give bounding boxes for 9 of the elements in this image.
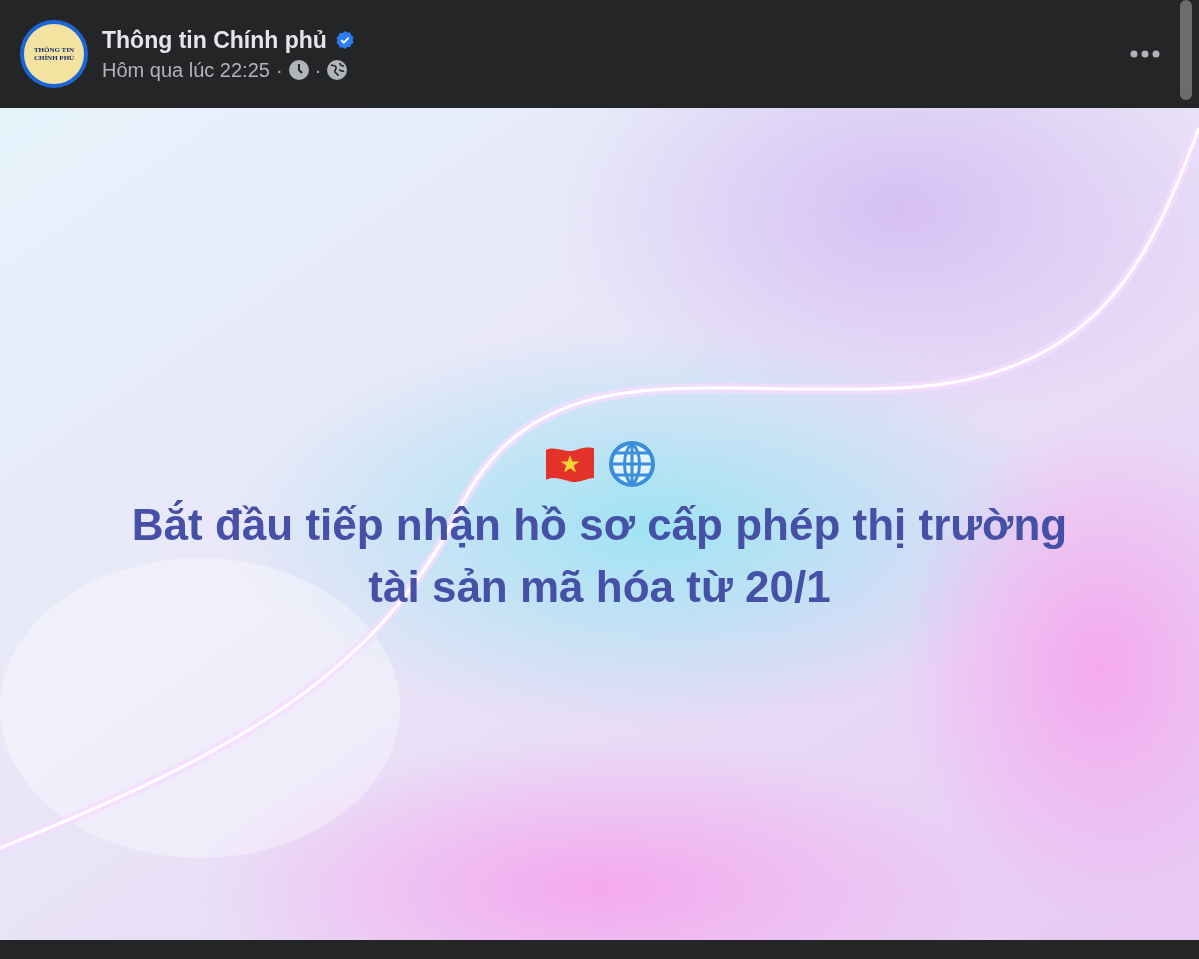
separator: ·	[275, 58, 283, 82]
ellipsis-icon	[1130, 50, 1160, 58]
separator: ·	[314, 58, 322, 82]
globe-icon	[327, 60, 348, 80]
post-time[interactable]: Hôm qua lúc 22:25	[102, 58, 270, 82]
scrollbar-thumb[interactable]	[1180, 0, 1192, 100]
author-name[interactable]: Thông tin Chính phủ	[102, 26, 327, 54]
post-headline: Bắt đầu tiếp nhận hồ sơ cấp phép thị trường tài sản mã hóa từ 20/1	[131, 499, 1068, 613]
clock-icon	[288, 60, 309, 80]
